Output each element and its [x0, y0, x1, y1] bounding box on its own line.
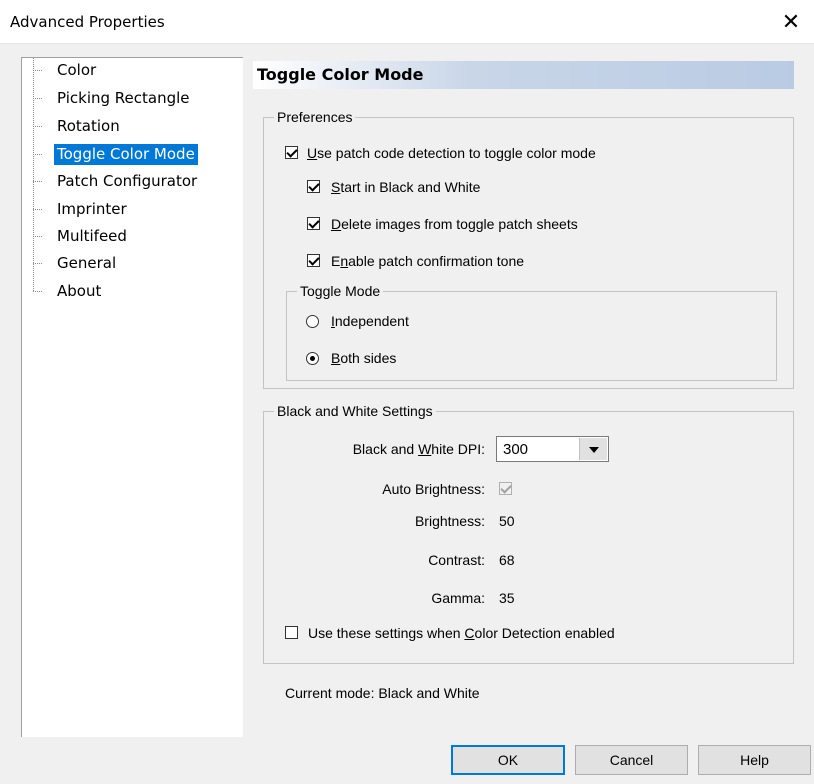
use-when-color-checkbox[interactable]	[285, 626, 298, 639]
help-button[interactable]: Help	[698, 745, 811, 775]
dpi-label: Black and White DPI:	[352, 441, 485, 457]
both-sides-label[interactable]: Both sides	[331, 350, 396, 366]
brightness-value: 50	[499, 513, 515, 529]
contrast-value: 68	[499, 552, 515, 568]
panel-title: Toggle Color Mode	[257, 65, 424, 84]
tree-item-label: General	[57, 254, 117, 272]
use-when-color-label[interactable]: Use these settings when Color Detection …	[308, 625, 615, 641]
tree-item-label: Rotation	[57, 117, 120, 135]
tree-item-label: Picking Rectangle	[57, 89, 190, 107]
independent-label[interactable]: Independent	[331, 313, 409, 329]
brightness-label: Brightness:	[414, 513, 485, 529]
delete-images-label[interactable]: Delete images from toggle patch sheets	[331, 216, 578, 232]
tree-item-label: Imprinter	[57, 200, 127, 218]
toggle-mode-legend: Toggle Mode	[297, 283, 384, 299]
cancel-button[interactable]: Cancel	[575, 745, 688, 775]
both-sides-radio[interactable]	[306, 352, 319, 365]
tree-item-label: About	[57, 282, 102, 300]
use-patch-label[interactable]: Use patch code detection to toggle color…	[307, 145, 596, 161]
start-bw-label[interactable]: Start in Black and White	[331, 179, 480, 195]
enable-tone-checkbox[interactable]	[307, 254, 320, 267]
bw-settings-legend: Black and White Settings	[274, 403, 436, 419]
toggle-mode-group: Toggle Mode	[286, 283, 777, 381]
enable-tone-label[interactable]: Enable patch confirmation tone	[331, 253, 524, 269]
independent-radio[interactable]	[306, 315, 319, 328]
gamma-value: 35	[499, 590, 515, 606]
use-patch-checkbox[interactable]	[285, 146, 298, 159]
tree-item-label: Patch Configurator	[57, 172, 198, 190]
dpi-value: 300	[503, 441, 529, 458]
window-title: Advanced Properties	[10, 13, 165, 31]
tree-item-label: Multifeed	[57, 227, 127, 245]
chevron-down-icon[interactable]	[579, 438, 607, 460]
start-bw-checkbox[interactable]	[307, 180, 320, 193]
current-mode-status: Current mode: Black and White	[285, 685, 480, 701]
tree-item-label: Color	[57, 61, 97, 79]
delete-images-checkbox[interactable]	[307, 217, 320, 230]
gamma-label: Gamma:	[431, 590, 485, 606]
contrast-label: Contrast:	[428, 552, 485, 568]
close-icon[interactable]: ✕	[768, 0, 814, 44]
dpi-select[interactable]: 300	[496, 436, 609, 462]
auto-brightness-label: Auto Brightness:	[382, 481, 485, 497]
title-bar: Advanced Properties ✕	[0, 0, 814, 44]
panel-header: Toggle Color Mode	[253, 61, 794, 89]
navigation-tree[interactable]: Color Picking Rectangle Rotation Toggle …	[21, 57, 243, 737]
ok-button[interactable]: OK	[451, 745, 565, 775]
auto-brightness-checkbox	[499, 482, 512, 495]
preferences-legend: Preferences	[274, 109, 356, 125]
tree-item-label: Toggle Color Mode	[54, 144, 198, 165]
